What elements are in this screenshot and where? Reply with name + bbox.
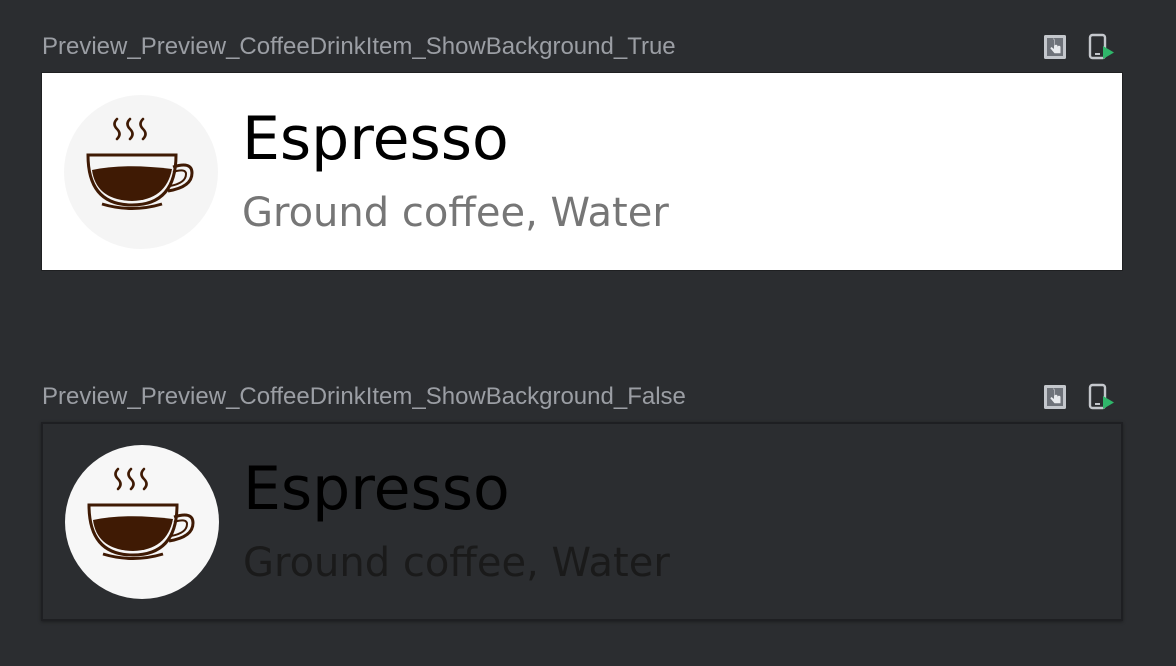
drink-name: Espresso bbox=[242, 104, 509, 174]
interactive-mode-icon[interactable] bbox=[1042, 33, 1070, 61]
preview-title: Preview_Preview_CoffeeDrinkItem_ShowBack… bbox=[42, 383, 686, 410]
preview-frame: Espresso Ground coffee, Water bbox=[41, 422, 1123, 621]
deploy-to-device-icon[interactable] bbox=[1087, 33, 1115, 61]
drink-image bbox=[65, 445, 219, 599]
drink-image bbox=[64, 95, 218, 249]
preview-header: Preview_Preview_CoffeeDrinkItem_ShowBack… bbox=[42, 382, 1124, 412]
drink-name: Espresso bbox=[243, 454, 510, 524]
deploy-to-device-icon[interactable] bbox=[1087, 383, 1115, 411]
preview-frame: Espresso Ground coffee, Water bbox=[41, 72, 1123, 271]
drink-ingredients: Ground coffee, Water bbox=[243, 540, 670, 586]
drink-ingredients: Ground coffee, Water bbox=[242, 190, 669, 236]
preview-header: Preview_Preview_CoffeeDrinkItem_ShowBack… bbox=[42, 32, 1124, 62]
interactive-mode-icon[interactable] bbox=[1042, 383, 1070, 411]
preview-title: Preview_Preview_CoffeeDrinkItem_ShowBack… bbox=[42, 33, 676, 60]
